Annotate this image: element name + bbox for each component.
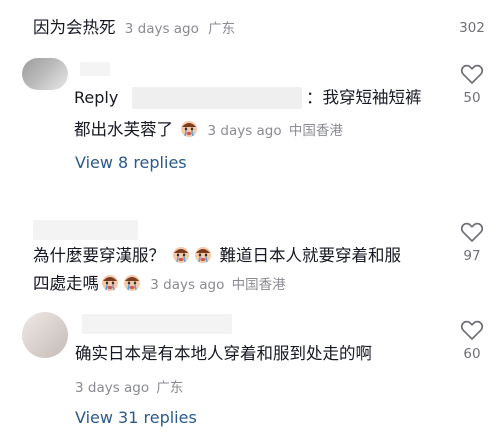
comment-body-part3: 四處走嗎 — [33, 274, 99, 293]
crying-face-icon — [173, 247, 190, 263]
crying-face-icon — [124, 275, 140, 291]
comment-text: 因为会热死 3 days ago 广东 — [33, 16, 235, 41]
heart-outline-icon[interactable] — [458, 316, 486, 344]
comment-location: 中国香港 — [231, 277, 286, 293]
like-count[interactable]: 302 — [452, 20, 492, 36]
avatar[interactable] — [22, 58, 68, 90]
heart-outline-icon[interactable] — [458, 218, 486, 246]
like-button[interactable] — [458, 60, 486, 92]
comment-line2: 四處走嗎 3 days ago 中国香港 — [33, 272, 286, 297]
reply-location: 广东 — [156, 380, 184, 396]
crying-face-icon — [102, 275, 118, 291]
reply-meta: 3 days ago 广东 — [75, 376, 183, 396]
view-replies-link[interactable]: View 8 replies — [75, 153, 187, 172]
reply-prefix: Reply — [74, 88, 119, 107]
crying-face-icon — [195, 247, 212, 263]
reply-body: 确实日本是有本地人穿着和服到处走的啊 — [75, 344, 372, 363]
comment-time: 3 days ago — [124, 21, 199, 37]
avatar[interactable] — [22, 312, 68, 358]
reply-line2: 都出水芙蓉了 3 days ago 中国香港 — [74, 118, 343, 143]
comment-body-part1: 為什麼要穿漢服？ — [33, 246, 165, 265]
username-redacted[interactable] — [82, 314, 232, 334]
like-count[interactable]: 50 — [452, 90, 492, 106]
username-redacted[interactable] — [80, 62, 110, 76]
username-redacted[interactable] — [33, 220, 138, 240]
heart-outline-icon[interactable] — [458, 60, 486, 88]
reply-time: 3 days ago — [207, 123, 282, 139]
comment-location: 广东 — [208, 21, 236, 37]
like-button[interactable] — [458, 218, 486, 250]
reply-time: 3 days ago — [75, 380, 150, 396]
like-count[interactable]: 60 — [452, 346, 492, 362]
comment-time: 3 days ago — [150, 277, 225, 293]
reply-body-part1: ：我穿短袖短裤 — [306, 88, 422, 107]
like-button[interactable] — [458, 316, 486, 348]
reply-location: 中国香港 — [288, 123, 343, 139]
replied-username-redacted[interactable] — [132, 87, 302, 109]
comment-line1: 為什麼要穿漢服？ 難道日本人就要穿着和服 — [33, 244, 401, 268]
reply-line1: Reply — [74, 86, 118, 110]
comment-body: 因为会热死 — [33, 18, 116, 37]
crying-face-icon — [181, 121, 198, 137]
comment-body-part2: 難道日本人就要穿着和服 — [219, 246, 402, 265]
view-replies-link[interactable]: View 31 replies — [75, 408, 197, 427]
reply-body-part2: 都出水芙蓉了 — [74, 120, 173, 139]
like-count[interactable]: 97 — [452, 248, 492, 264]
